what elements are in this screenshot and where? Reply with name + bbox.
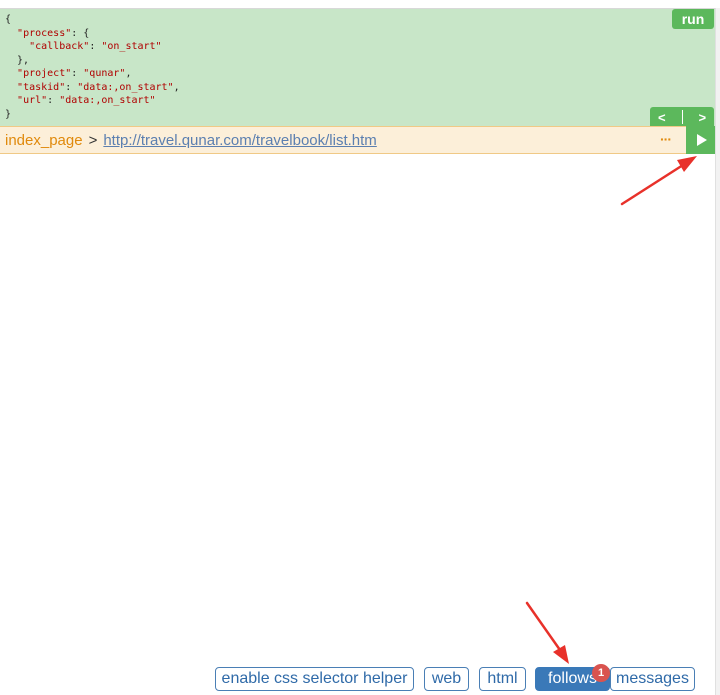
code-token: "on_start" xyxy=(101,41,162,52)
code-token: "url" xyxy=(17,95,48,106)
history-nav-divider xyxy=(681,110,683,124)
tab-css-selector-helper[interactable]: enable css selector helper xyxy=(215,667,414,691)
scrollbar-track[interactable] xyxy=(715,8,720,695)
annotation-arrow-follows xyxy=(525,601,569,664)
code-line: "url": "data:,on_start" xyxy=(17,95,156,106)
window-top-border xyxy=(0,0,720,9)
tab-html[interactable]: html xyxy=(479,667,526,691)
task-json-code: { "process": { "callback": "on_start" },… xyxy=(5,13,180,121)
tab-web[interactable]: web xyxy=(424,667,469,691)
url-separator: > xyxy=(88,131,98,149)
follows-count-badge: 1 xyxy=(592,664,610,682)
run-task-button[interactable] xyxy=(686,126,715,154)
history-prev-button[interactable]: < xyxy=(658,110,666,125)
more-icon[interactable]: ··· xyxy=(660,131,672,147)
annotation-arrow-play xyxy=(620,156,697,206)
code-token: "taskid" xyxy=(17,81,66,93)
play-icon xyxy=(696,134,707,146)
code-line: "callback": "on_start" xyxy=(29,41,162,52)
task-url-link[interactable]: http://travel.qunar.com/travelbook/list.… xyxy=(103,132,376,149)
url-bar: index_page > http://travel.qunar.com/tra… xyxy=(0,126,686,154)
run-button[interactable]: run xyxy=(672,9,714,29)
code-token: "qunar" xyxy=(83,68,126,79)
task-panel: { "process": { "callback": "on_start" },… xyxy=(0,9,715,126)
code-token: "project" xyxy=(17,68,72,79)
code-line: }, xyxy=(5,54,30,66)
code-line: "project": "qunar", xyxy=(17,68,132,79)
code-token: "data:,on_start" xyxy=(77,81,174,93)
history-next-button[interactable]: > xyxy=(698,110,706,125)
code-line: { xyxy=(5,14,12,25)
code-token: "callback" xyxy=(29,41,90,52)
callback-name: index_page xyxy=(5,131,83,149)
code-token: "process" xyxy=(17,27,72,39)
code-line: "taskid": "data:,on_start", xyxy=(17,81,180,93)
tab-messages[interactable]: messages xyxy=(610,667,695,691)
code-line: } xyxy=(5,108,12,120)
history-nav: < > xyxy=(650,107,714,127)
code-line: "process": { xyxy=(17,27,90,39)
code-token: "data:,on_start" xyxy=(59,95,156,106)
